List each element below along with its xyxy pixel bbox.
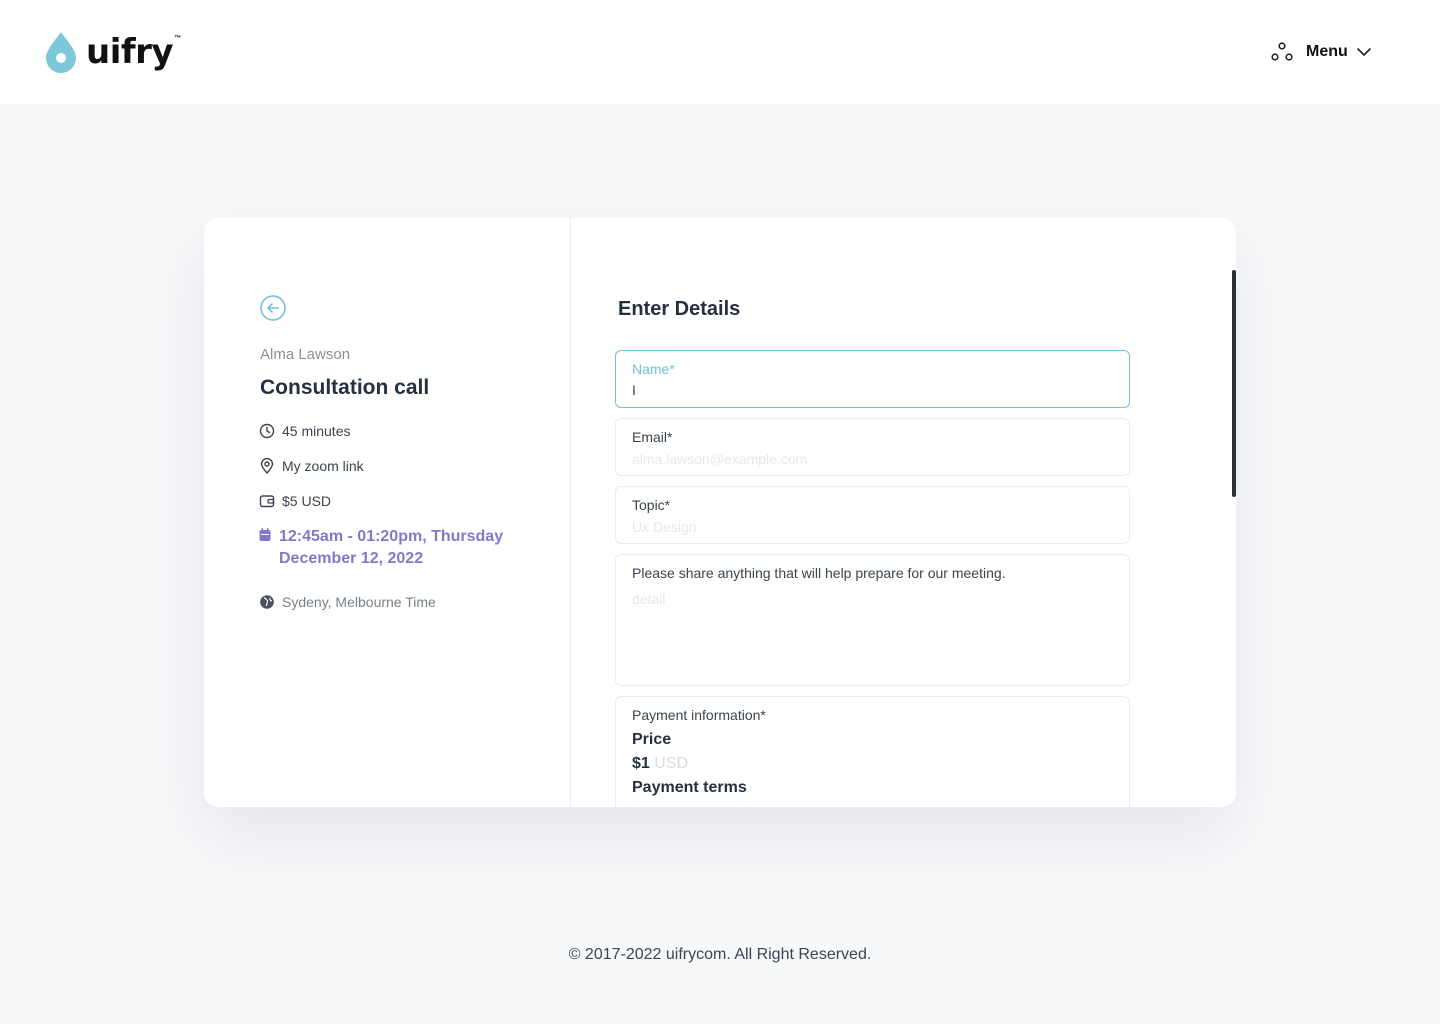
topic-label: Topic* <box>632 497 671 513</box>
date-row: 12:45am - 01:20pm, Thursday December 12,… <box>259 526 503 570</box>
email-placeholder[interactable]: alma.lawson@example.com <box>632 451 807 467</box>
date-day-line: December 12, 2022 <box>279 550 424 567</box>
form-scrollbar[interactable] <box>1232 270 1236 497</box>
calendar-icon <box>259 528 271 541</box>
payment-price-label: Price <box>632 731 672 748</box>
menu-label: Menu <box>1306 43 1348 60</box>
location-text: My zoom link <box>282 458 364 474</box>
date-text: 12:45am - 01:20pm, Thursday December 12,… <box>279 526 503 570</box>
host-name: Alma Lawson <box>260 346 351 363</box>
clock-icon <box>259 423 275 439</box>
payment-amount-value: $1 <box>632 755 650 772</box>
dots-menu-icon <box>1271 42 1293 61</box>
payment-section: Payment information* Price $1 USD Paymen… <box>615 696 1130 807</box>
droplet-logo-icon <box>46 32 76 73</box>
name-input-value[interactable]: I <box>632 382 636 398</box>
email-field[interactable]: Email* alma.lawson@example.com <box>615 418 1130 476</box>
brand-logo[interactable]: uifry ™ <box>44 30 181 74</box>
payment-amount: $1 USD <box>632 755 688 773</box>
globe-icon <box>260 595 274 609</box>
payment-terms-label: Payment terms <box>632 779 747 796</box>
wallet-icon <box>259 495 275 508</box>
notes-label: Please share anything that will help pre… <box>632 565 1006 581</box>
timezone-row[interactable]: Sydeny, Melbourne Time <box>259 594 436 610</box>
payment-currency: USD <box>654 755 689 772</box>
payment-label: Payment information* <box>632 707 766 723</box>
name-label: Name* <box>632 361 675 377</box>
form-title: Enter Details <box>618 298 741 320</box>
duration-text: 45 minutes <box>282 423 351 439</box>
name-field[interactable]: Name* I <box>615 350 1130 408</box>
panel-divider <box>570 218 571 807</box>
chevron-down-icon <box>1356 48 1371 56</box>
logo-wordmark: uifry <box>86 32 174 72</box>
duration-row: 45 minutes <box>259 423 350 439</box>
notes-textarea[interactable]: Please share anything that will help pre… <box>615 554 1130 686</box>
location-row: My zoom link <box>259 458 364 474</box>
footer-copyright: © 2017-2022 uifrycom. All Right Reserved… <box>568 946 872 963</box>
back-arrow-icon[interactable] <box>260 295 286 321</box>
trademark-mark: ™ <box>174 34 182 42</box>
event-title: Consultation call <box>260 376 430 399</box>
topic-placeholder[interactable]: Ux Design <box>632 519 697 535</box>
date-time-line: 12:45am - 01:20pm, Thursday <box>279 528 504 545</box>
booking-card: Alma Lawson Consultation call 45 minutes… <box>204 218 1236 807</box>
location-pin-icon <box>260 458 274 474</box>
notes-placeholder[interactable]: detail <box>632 591 665 607</box>
price-row: $5 USD <box>259 493 331 509</box>
top-header: uifry ™ Menu <box>0 0 1440 104</box>
topic-field[interactable]: Topic* Ux Design <box>615 486 1130 544</box>
price-text: $5 USD <box>282 493 332 509</box>
timezone-text: Sydeny, Melbourne Time <box>282 594 436 610</box>
email-label: Email* <box>632 429 673 445</box>
menu-button[interactable]: Menu <box>1270 40 1372 64</box>
